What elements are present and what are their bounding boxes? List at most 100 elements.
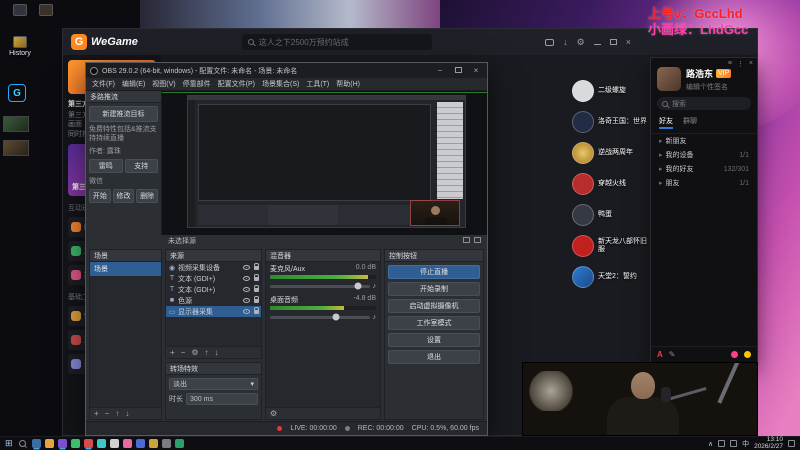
tray-expand-icon[interactable]: ∧ xyxy=(708,440,713,448)
eye-icon[interactable] xyxy=(243,298,250,303)
multistream-dock-title[interactable]: 多路推流 xyxy=(86,91,161,103)
eye-icon[interactable] xyxy=(243,276,250,281)
slider-knob[interactable] xyxy=(354,282,362,290)
lock-icon[interactable] xyxy=(254,284,259,292)
eye-icon[interactable] xyxy=(243,287,250,292)
remove-source-button[interactable]: − xyxy=(181,348,186,357)
add-source-button[interactable]: + xyxy=(170,348,175,357)
eye-icon[interactable] xyxy=(243,265,250,270)
source-item[interactable]: ◉ 视频采集设备 xyxy=(166,262,261,273)
taskbar-app-icon[interactable] xyxy=(161,439,171,448)
source-item-selected[interactable]: ▭ 显示器采集 xyxy=(166,306,261,317)
more-icon[interactable]: ⋮ xyxy=(737,60,744,68)
menu-docks[interactable]: 停靠部件 xyxy=(183,79,211,89)
exit-button[interactable]: 退出 xyxy=(388,350,480,364)
desktop-icon-history[interactable]: History xyxy=(6,36,34,57)
maximize-button[interactable] xyxy=(609,37,617,47)
eye-icon[interactable] xyxy=(243,309,250,314)
remove-scene-button[interactable]: − xyxy=(105,409,110,418)
desktop-icon[interactable] xyxy=(32,4,60,16)
taskbar-app-icon[interactable] xyxy=(83,439,93,448)
list-item-devices[interactable]: ▸ 我的设备 1/1 xyxy=(651,148,757,162)
obs-titlebar[interactable]: OBS 29.0.2 (64-bit, windows) - 配置文件: 未命名… xyxy=(86,63,487,78)
game-item[interactable]: 鸭蛋 xyxy=(572,204,650,226)
taskbar-app-icon[interactable] xyxy=(31,439,41,448)
speaker-icon[interactable]: ♪ xyxy=(373,283,377,290)
transition-select[interactable]: 淡出 ▾ xyxy=(169,378,258,390)
volume-icon[interactable] xyxy=(730,440,738,447)
game-item[interactable]: 穿越火线 xyxy=(572,173,650,195)
minimize-button[interactable]: − xyxy=(433,66,447,75)
tab-groups[interactable]: 群聊 xyxy=(683,116,697,129)
contacts-search-input[interactable]: 搜索 xyxy=(657,97,751,110)
clock[interactable]: 13:10 2026/2/27 xyxy=(754,436,783,450)
menu-help[interactable]: 帮助(H) xyxy=(336,79,360,89)
settings-button[interactable]: 设置 xyxy=(388,333,480,347)
volume-slider[interactable]: ♪ xyxy=(270,312,376,322)
slider-knob[interactable] xyxy=(332,313,340,321)
taskbar-app-icon[interactable] xyxy=(44,439,54,448)
new-stream-target-button[interactable]: 新建推流目标 xyxy=(89,106,158,122)
download-icon[interactable]: ↓ xyxy=(563,37,568,47)
action-center-icon[interactable] xyxy=(788,440,795,447)
wegame-search-input[interactable]: 这人之下2500万预约站成 xyxy=(241,34,432,50)
list-item-my-friends[interactable]: ▸ 我的好友 132/301 xyxy=(651,162,757,176)
menu-edit[interactable]: 编辑(E) xyxy=(122,79,145,89)
tab-friends[interactable]: 好友 xyxy=(659,116,673,129)
game-item[interactable]: 新天龙八部怀旧服 xyxy=(572,235,650,257)
source-item[interactable]: T 文本 (GDI+) xyxy=(166,284,261,295)
close-icon[interactable]: × xyxy=(749,60,753,68)
status-dot-pink[interactable] xyxy=(731,351,738,358)
taskbar-app-icon[interactable] xyxy=(70,439,80,448)
taskbar-app-icon[interactable] xyxy=(148,439,158,448)
move-up-button[interactable]: ↑ xyxy=(205,348,209,357)
desktop-icon[interactable] xyxy=(6,4,34,16)
lock-icon[interactable] xyxy=(254,273,259,281)
controls-dock-title[interactable]: 控制按钮 xyxy=(385,250,483,262)
scenes-dock-title[interactable]: 场景 xyxy=(90,250,161,262)
donate-button[interactable]: 雷鸣 xyxy=(89,159,123,174)
screenshot-thumbnail[interactable] xyxy=(3,140,29,156)
taskbar-app-icon[interactable] xyxy=(57,439,67,448)
source-item[interactable]: ■ 色源 xyxy=(166,295,261,306)
studio-mode-button[interactable]: 工作室模式 xyxy=(388,316,480,330)
menu-tools[interactable]: 工具(T) xyxy=(306,79,329,89)
game-item[interactable]: 逆战两周年 xyxy=(572,142,650,164)
list-item-friends-group[interactable]: ▸ 朋友 1/1 xyxy=(651,176,757,190)
gear-icon[interactable]: ⚙ xyxy=(577,37,585,48)
taskbar-app-icon[interactable] xyxy=(122,439,132,448)
close-button[interactable]: × xyxy=(469,66,483,75)
menu-icon[interactable]: ≡ xyxy=(728,60,732,68)
game-item[interactable]: 天堂2：誓约 xyxy=(572,266,650,288)
obs-preview[interactable] xyxy=(162,91,487,235)
menu-file[interactable]: 文件(F) xyxy=(92,79,115,89)
move-down-button[interactable]: ↓ xyxy=(125,409,129,418)
chat-icon[interactable] xyxy=(545,38,555,46)
move-down-button[interactable]: ↓ xyxy=(215,348,219,357)
network-icon[interactable] xyxy=(718,440,726,447)
maximize-button[interactable] xyxy=(451,66,465,75)
duration-input[interactable]: 300 ms xyxy=(186,393,258,405)
taskbar-search-icon[interactable] xyxy=(18,440,26,447)
screenshot-thumbnail[interactable] xyxy=(3,116,29,132)
grid-icon[interactable] xyxy=(463,237,470,243)
support-button[interactable]: 支持 xyxy=(124,159,158,174)
input-language[interactable]: 中 xyxy=(742,439,749,449)
pencil-icon[interactable]: ✎ xyxy=(669,350,676,359)
transitions-dock-title[interactable]: 转场特效 xyxy=(166,363,261,375)
menu-view[interactable]: 视图(V) xyxy=(152,79,175,89)
stream-start-button[interactable]: 开始 xyxy=(89,189,111,204)
start-button[interactable]: ⊞ xyxy=(5,439,13,448)
close-button[interactable]: × xyxy=(626,37,631,47)
volume-slider[interactable]: ♪ xyxy=(270,281,376,291)
start-recording-button[interactable]: 开始录制 xyxy=(388,282,480,296)
menu-scene-collection[interactable]: 场景集合(S) xyxy=(262,79,299,89)
lock-icon[interactable] xyxy=(254,262,259,270)
taskbar-app-icon[interactable] xyxy=(109,439,119,448)
stream-modify-button[interactable]: 修改 xyxy=(112,189,135,204)
list-item-new-friends[interactable]: ▸ 新朋友 xyxy=(651,134,757,148)
stop-streaming-button[interactable]: 停止直播 xyxy=(388,265,480,279)
sources-dock-title[interactable]: 来源 xyxy=(166,250,261,262)
source-properties-button[interactable]: ⚙ xyxy=(191,348,198,357)
menu-profile[interactable]: 配置文件(P) xyxy=(218,79,255,89)
